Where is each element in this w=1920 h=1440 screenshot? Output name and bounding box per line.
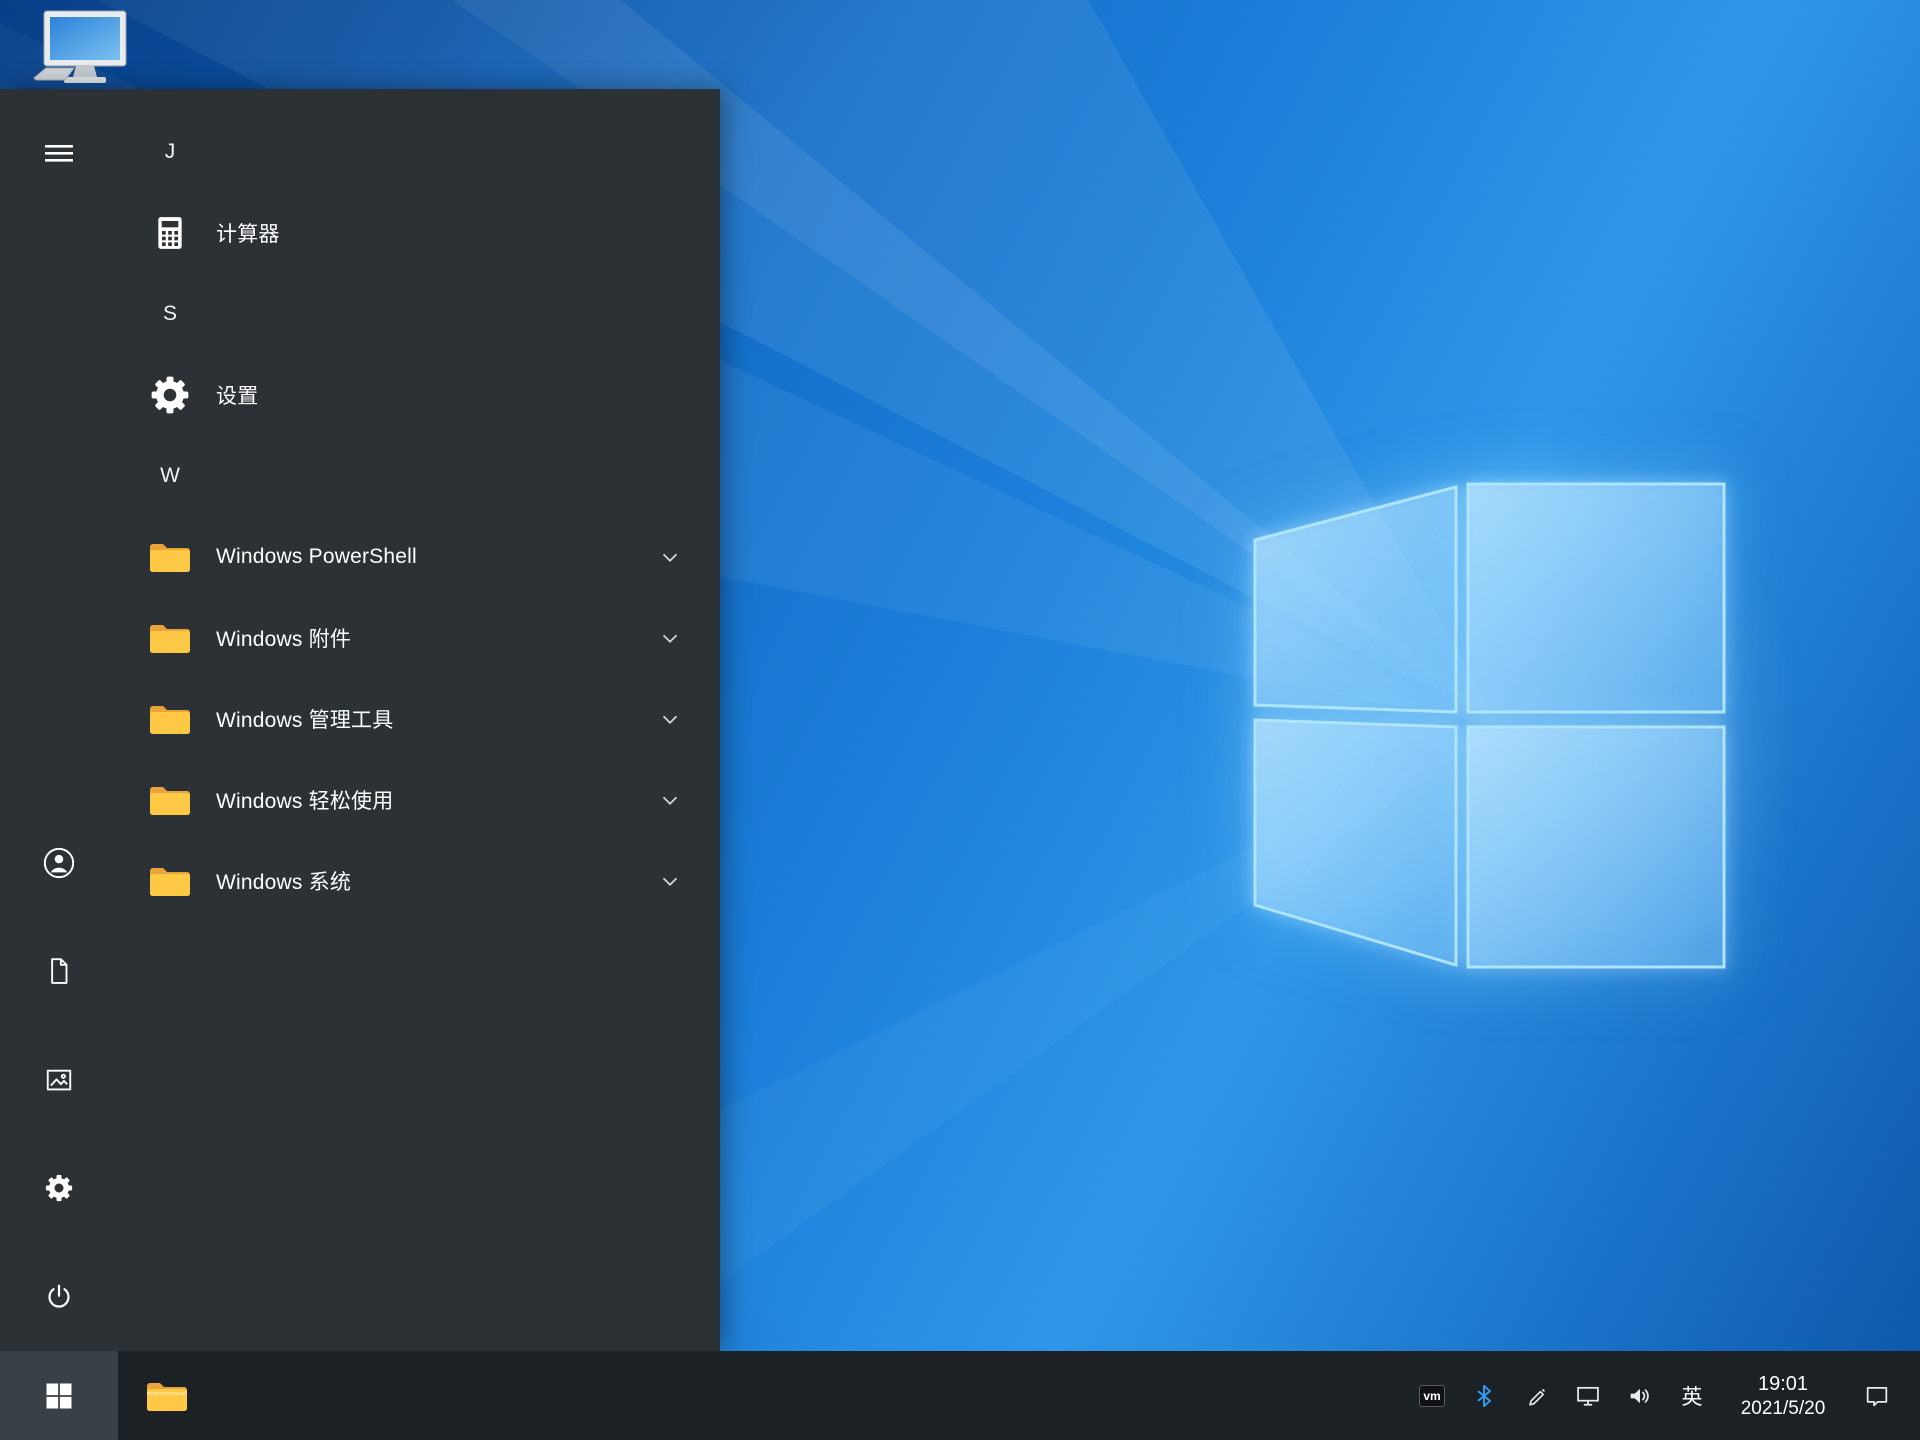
vmware-tray-button[interactable]: vm (1406, 1351, 1458, 1440)
gear-icon (45, 1174, 73, 1202)
folder-item-windows-ease-of-access[interactable]: Windows 轻松使用 (118, 759, 720, 840)
section-letter-label: W (160, 463, 180, 487)
section-letter-J[interactable]: J (118, 111, 720, 192)
power-icon (48, 1284, 70, 1308)
folder-item-windows-powershell[interactable]: Windows PowerShell (118, 516, 720, 597)
start-app-list: J 计算器 S 设置 W Windows PowerShell Windows … (118, 111, 720, 921)
clock-time: 19:01 (1757, 1372, 1809, 1395)
app-item-calculator[interactable]: 计算器 (118, 192, 720, 273)
ime-indicator: 英 (1681, 1385, 1703, 1409)
folder-icon (148, 535, 192, 579)
section-letter-W[interactable]: W (118, 435, 720, 516)
pictures-button[interactable] (35, 1056, 83, 1104)
action-center-button[interactable] (1848, 1351, 1906, 1440)
folder-item-label: Windows 轻松使用 (216, 789, 394, 813)
chevron-down-icon[interactable] (656, 867, 684, 895)
folder-item-label: Windows 附件 (216, 627, 352, 651)
screen: J 计算器 S 设置 W Windows PowerShell Windows … (0, 0, 1920, 1440)
pen-icon (1529, 1388, 1546, 1406)
folder-icon (148, 697, 192, 741)
document-icon (51, 958, 68, 984)
this-pc-icon[interactable] (30, 8, 134, 94)
bluetooth-tray-button[interactable] (1458, 1351, 1510, 1440)
vmware-icon: vm (1419, 1384, 1445, 1407)
ime-language-button[interactable]: 英 (1666, 1351, 1718, 1440)
section-letter-S[interactable]: S (118, 273, 720, 354)
clock-button[interactable]: 19:01 2021/5/20 (1718, 1351, 1848, 1440)
folder-item-label: Windows 系统 (216, 870, 352, 894)
chevron-down-icon[interactable] (656, 786, 684, 814)
start-menu-rail (0, 89, 118, 1351)
action-center-icon (1866, 1386, 1888, 1406)
folder-icon (148, 778, 192, 822)
windows-wallpaper-logo-icon (1253, 482, 1726, 969)
system-tray: vm 英 19:01 2021/5/20 (1406, 1351, 1920, 1440)
folder-item-label: Windows PowerShell (216, 544, 417, 568)
settings-button[interactable] (35, 1164, 83, 1212)
folder-icon (148, 616, 192, 660)
section-letter-label: J (164, 139, 176, 163)
windows-logo-icon (46, 1383, 72, 1408)
app-item-label: 设置 (216, 384, 259, 408)
folder-item-windows-admin-tools[interactable]: Windows 管理工具 (118, 678, 720, 759)
user-account-button[interactable] (35, 839, 83, 887)
chevron-down-icon[interactable] (656, 543, 684, 571)
network-icon (1577, 1386, 1599, 1406)
app-item-label: 计算器 (216, 222, 280, 246)
folder-item-windows-system[interactable]: Windows 系统 (118, 840, 720, 921)
volume-tray-button[interactable] (1614, 1351, 1666, 1440)
taskbar: vm 英 19:01 2021/5/20 (0, 1351, 1920, 1440)
folder-icon (148, 859, 192, 903)
power-button[interactable] (35, 1273, 83, 1321)
folder-item-label: Windows 管理工具 (216, 708, 394, 732)
file-explorer-icon (147, 1382, 187, 1411)
chevron-down-icon[interactable] (656, 705, 684, 733)
folder-item-windows-accessories[interactable]: Windows 附件 (118, 597, 720, 678)
documents-button[interactable] (35, 947, 83, 995)
pen-tray-button[interactable] (1510, 1351, 1562, 1440)
chevron-down-icon[interactable] (656, 624, 684, 652)
expand-menu-button[interactable] (35, 129, 83, 177)
file-explorer-button[interactable] (118, 1351, 216, 1440)
hamburger-icon (45, 145, 73, 162)
settings-gear-icon (148, 373, 192, 417)
network-tray-button[interactable] (1562, 1351, 1614, 1440)
clock-date: 2021/5/20 (1740, 1397, 1826, 1419)
section-letter-label: S (162, 301, 177, 325)
computer-monitor-icon (33, 10, 127, 83)
pictures-icon (46, 1069, 72, 1091)
calculator-icon (148, 211, 192, 255)
speaker-icon (1630, 1388, 1649, 1403)
app-item-settings[interactable]: 设置 (118, 354, 720, 435)
user-icon (43, 847, 75, 879)
start-menu: J 计算器 S 设置 W Windows PowerShell Windows … (0, 89, 720, 1351)
bluetooth-icon (1477, 1384, 1491, 1407)
start-button[interactable] (0, 1351, 118, 1440)
